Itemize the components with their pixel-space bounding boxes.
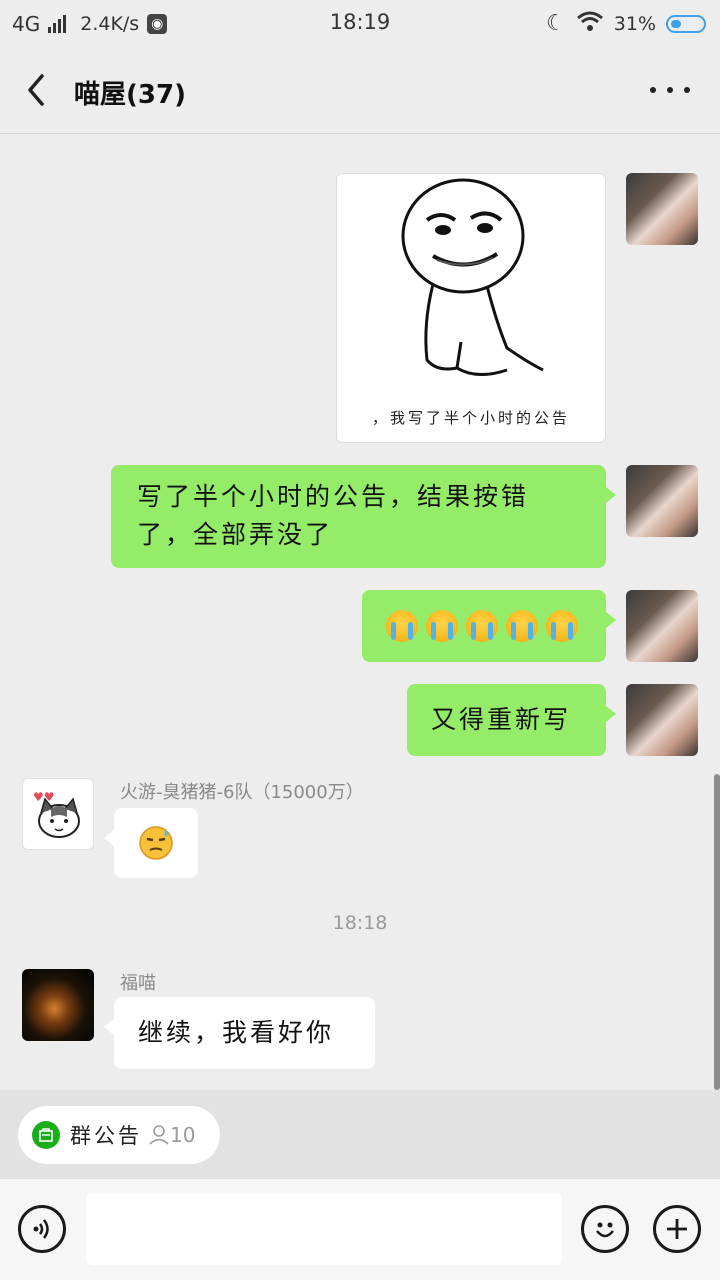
self-avatar[interactable]	[626, 173, 698, 245]
status-right: ☾ 31%	[546, 10, 706, 37]
crying-face-icon	[506, 610, 538, 642]
notice-count-value: 10	[170, 1123, 196, 1147]
self-avatar[interactable]	[626, 590, 698, 662]
notice-label: 群公告	[70, 1124, 142, 1148]
emoji-row	[386, 610, 606, 642]
meme-face-icon	[401, 178, 544, 376]
sticker-message[interactable]: ，我写了半个小时的公告	[336, 173, 606, 443]
group-notice-button[interactable]: 群公告 10	[18, 1106, 220, 1164]
more-button[interactable]	[650, 78, 690, 102]
self-message-text: 又得重新写	[431, 705, 572, 734]
self-message-bubble[interactable]: 写了半个小时的公告，结果按错了，全部弄没了	[111, 465, 616, 568]
scrollbar[interactable]	[714, 774, 720, 1090]
emoji-button[interactable]	[581, 1205, 629, 1253]
wifi-icon	[576, 10, 604, 37]
sender-name: 火游-臭猪猪-6队（15000万）	[120, 782, 364, 803]
battery-percent: 31%	[613, 12, 656, 35]
chat-timestamp: 18:18	[332, 912, 388, 934]
person-icon	[149, 1125, 169, 1145]
sender-name: 福喵	[120, 973, 156, 994]
crying-face-icon	[546, 610, 578, 642]
cat-avatar-icon: ♥♥	[33, 790, 80, 838]
member-avatar-fire[interactable]	[22, 969, 94, 1041]
back-button[interactable]	[20, 70, 56, 110]
crying-face-icon	[386, 610, 418, 642]
member-message-bubble[interactable]: 继续，我看好你	[104, 997, 375, 1069]
notice-icon	[32, 1121, 60, 1149]
battery-icon	[666, 14, 706, 33]
chat-title: 喵屋(37)	[74, 80, 186, 110]
message-list[interactable]: ，我写了半个小时的公告 写了半个小时的公告，结果按错了，全部弄没了 又得重新写 …	[0, 134, 720, 1090]
moon-icon: ☾	[546, 11, 566, 36]
self-message-bubble[interactable]: 又得重新写	[407, 684, 616, 756]
self-avatar[interactable]	[626, 465, 698, 537]
member-message-text: 继续，我看好你	[138, 1018, 335, 1047]
input-bar	[0, 1178, 720, 1280]
message-input[interactable]	[86, 1193, 562, 1265]
smile-icon	[596, 1222, 614, 1238]
member-emoji-bubble[interactable]	[104, 808, 198, 878]
notice-read-count: 10	[148, 1123, 195, 1147]
more-dots-icon	[650, 87, 656, 93]
crying-face-icon	[466, 610, 498, 642]
sweat-smile-icon	[139, 826, 173, 860]
chevron-left-icon	[28, 74, 44, 106]
member-avatar-cat[interactable]: ♥♥	[22, 778, 94, 850]
self-avatar[interactable]	[626, 684, 698, 756]
self-message-text: 写了半个小时的公告，结果按错了，全部弄没了	[137, 482, 530, 549]
voice-icon	[33, 1219, 49, 1239]
plus-icon	[667, 1219, 687, 1239]
self-emoji-bubble[interactable]	[362, 590, 616, 662]
sticker-caption: ，我写了半个小时的公告	[371, 409, 570, 427]
add-button[interactable]	[653, 1205, 701, 1253]
voice-button[interactable]	[18, 1205, 66, 1253]
status-bar: 4G 2.4K/s ◉ 18:19 ☾ 31%	[0, 0, 720, 48]
chat-header: 喵屋(37)	[0, 48, 720, 134]
notice-bar: 群公告 10	[0, 1090, 720, 1178]
crying-face-icon	[426, 610, 458, 642]
